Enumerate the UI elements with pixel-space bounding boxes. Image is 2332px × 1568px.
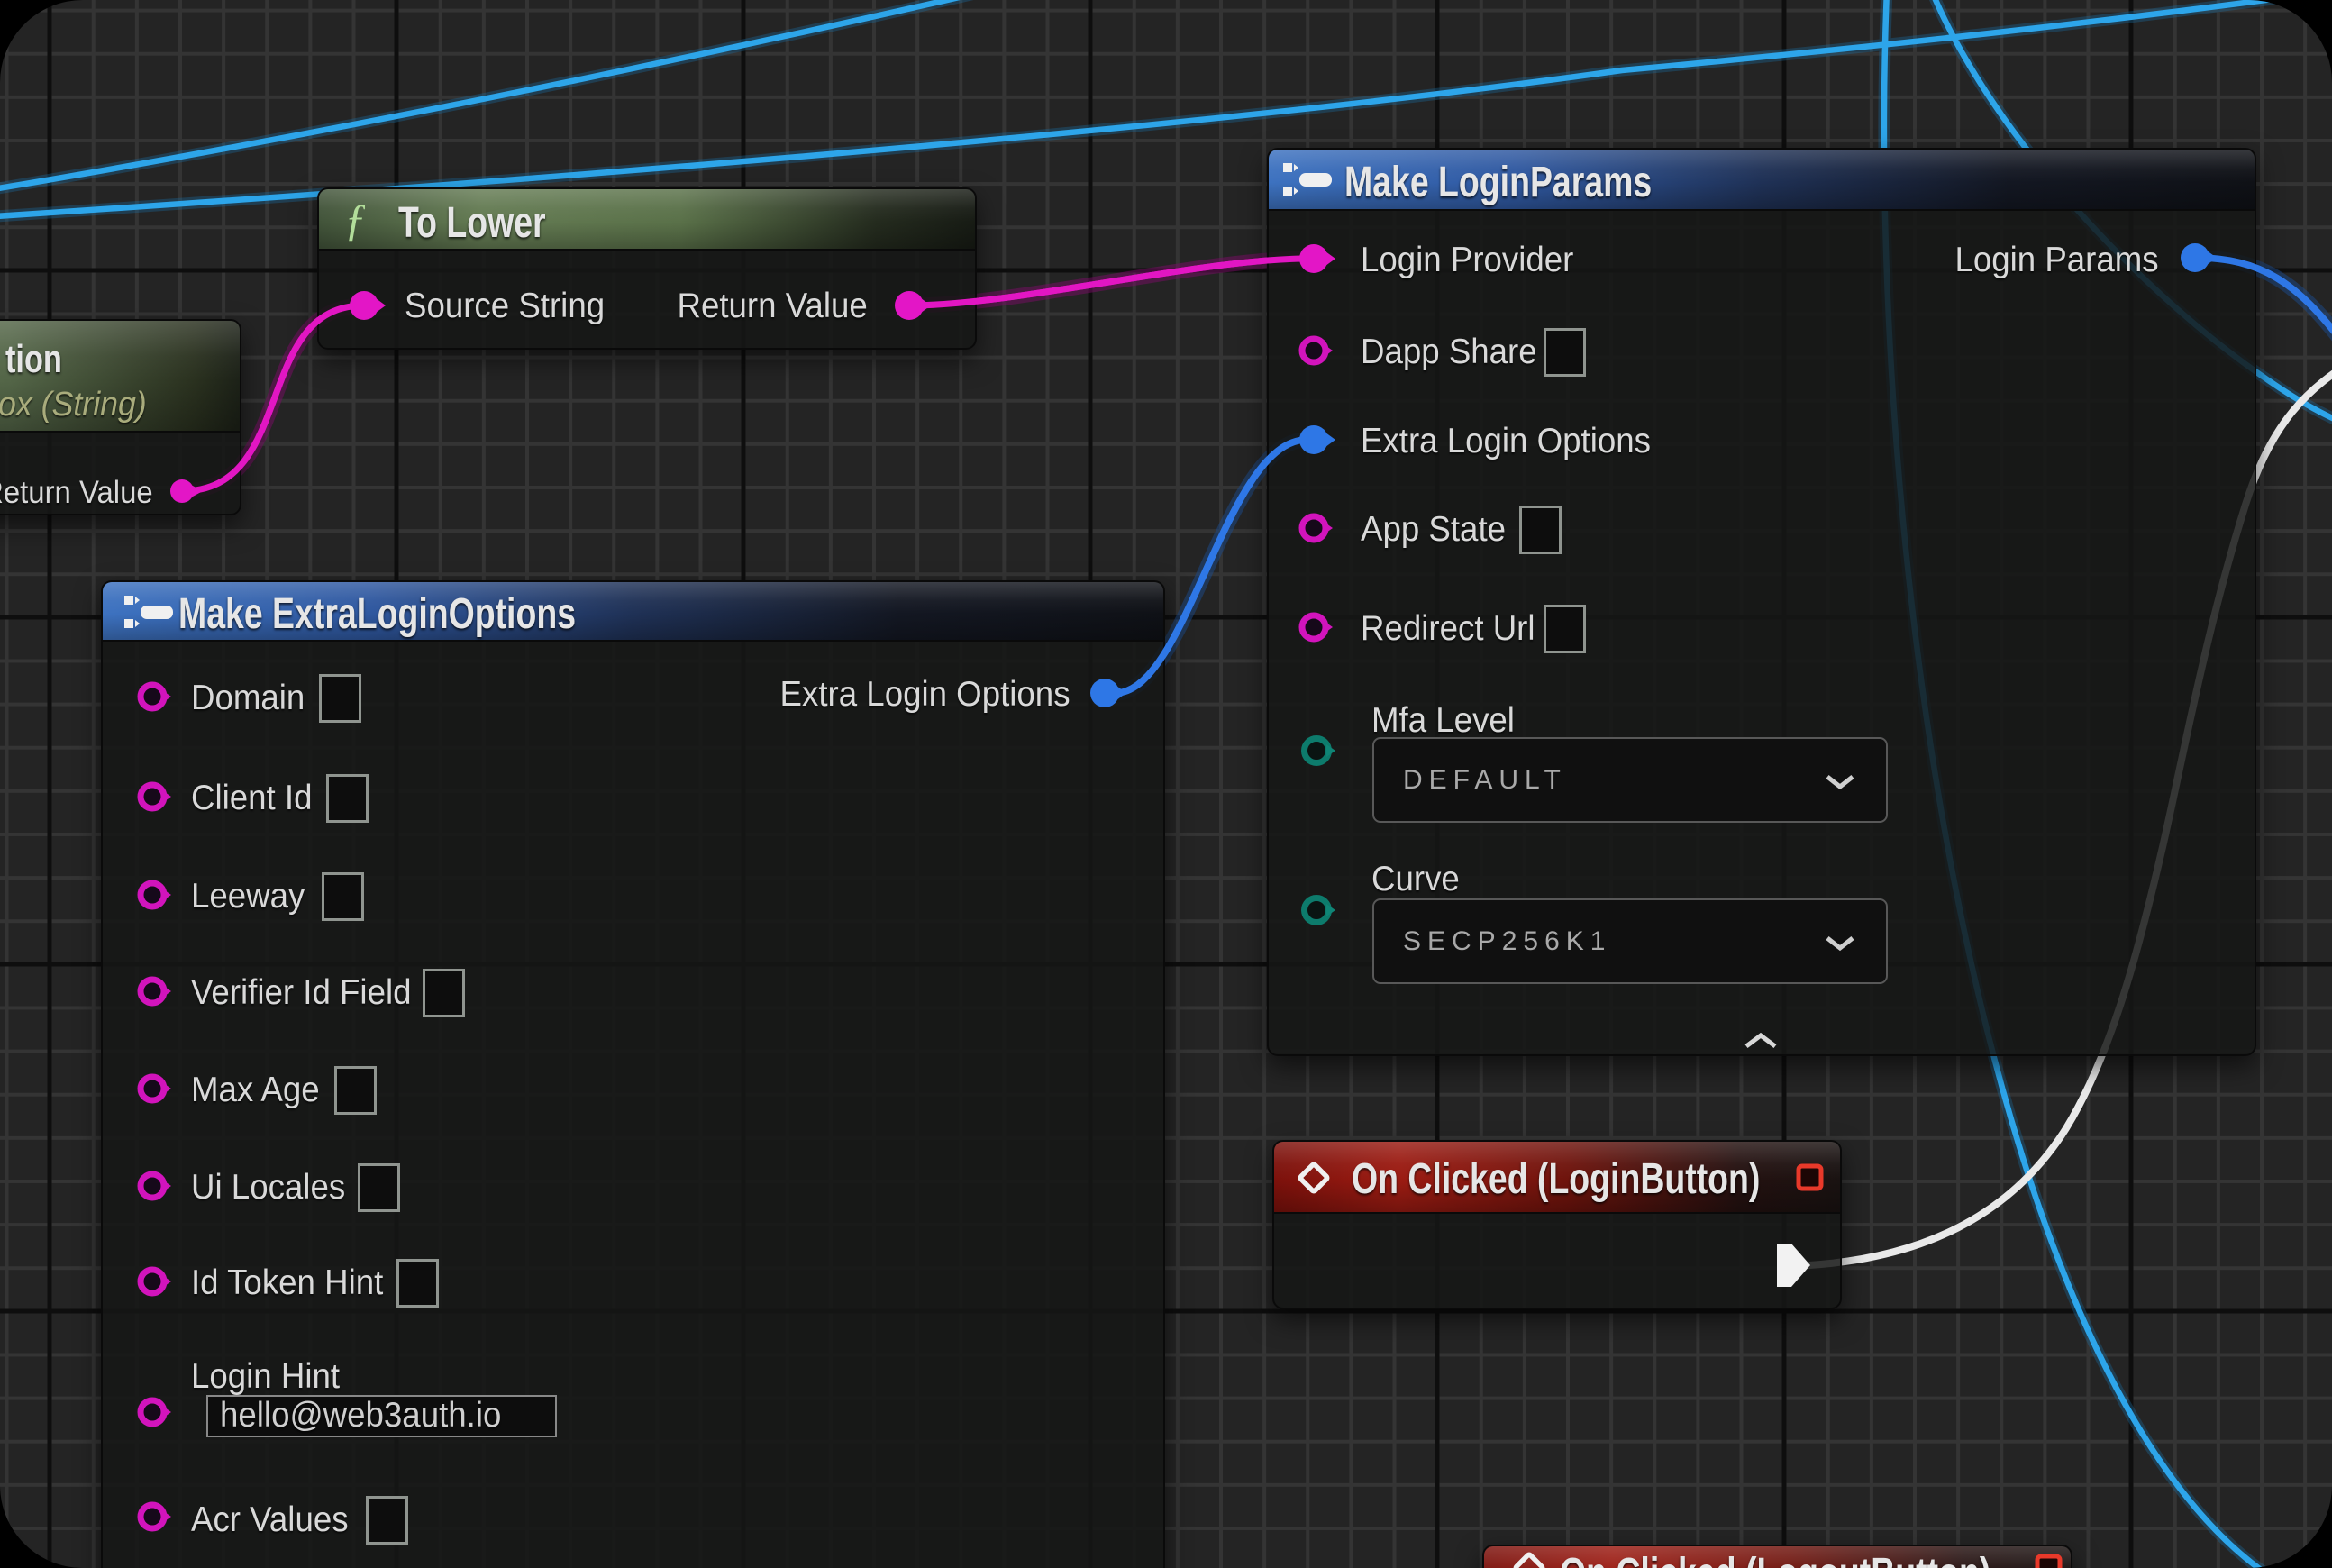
svg-text:ƒ: ƒ (344, 194, 367, 244)
